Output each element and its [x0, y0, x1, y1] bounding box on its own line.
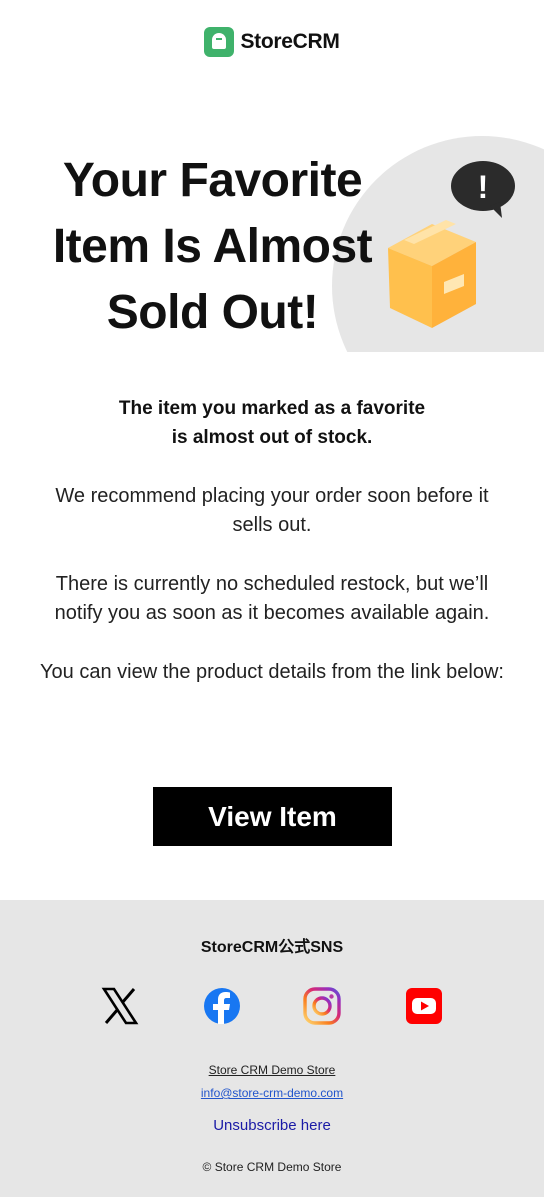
email-header: StoreCRM [0, 0, 544, 84]
facebook-icon[interactable] [202, 986, 242, 1026]
message-content: The item you marked as a favorite is alm… [40, 394, 504, 687]
store-name-link[interactable]: Store CRM Demo Store [0, 1063, 544, 1077]
restock-paragraph: There is currently no scheduled restock,… [54, 573, 490, 624]
bubble-mark: ! [478, 169, 489, 205]
copyright-text: © Store CRM Demo Store [202, 1160, 342, 1174]
x-icon[interactable] [100, 986, 140, 1026]
ghost-logo-icon [204, 27, 235, 57]
exclamation-bubble-icon: ! [451, 161, 515, 218]
view-item-button[interactable]: View Item [153, 787, 392, 846]
hero-title-line-2: Item Is Almost [52, 220, 373, 273]
lead-text: The item you marked as a favorite is alm… [40, 394, 504, 452]
hero-title-line-1: Your Favorite [62, 154, 363, 207]
link-paragraph: You can view the product details from th… [40, 661, 504, 683]
sns-title: StoreCRM公式SNS [200, 939, 344, 956]
store-email-link[interactable]: info@store-crm-demo.com [0, 1086, 544, 1100]
email-footer: StoreCRM公式SNS Store CRM Demo Store info@… [0, 900, 544, 1197]
hero-title-line-3: Sold Out! [106, 286, 319, 339]
recommend-paragraph: We recommend placing your order soon bef… [55, 485, 489, 536]
instagram-icon[interactable] [302, 986, 342, 1026]
youtube-icon[interactable] [404, 986, 444, 1026]
hero-section: Your Favorite Item Is Almost Sold Out! ! [0, 120, 544, 352]
brand-name: StoreCRM [240, 30, 340, 53]
lead-line-1: The item you marked as a favorite [118, 398, 426, 419]
brand-logo[interactable]: StoreCRM [204, 27, 340, 57]
unsubscribe-link[interactable]: Unsubscribe here [0, 1117, 544, 1134]
package-box-icon [388, 220, 476, 328]
lead-line-2: is almost out of stock. [171, 427, 373, 448]
hero-title: Your Favorite Item Is Almost Sold Out! [30, 148, 395, 346]
